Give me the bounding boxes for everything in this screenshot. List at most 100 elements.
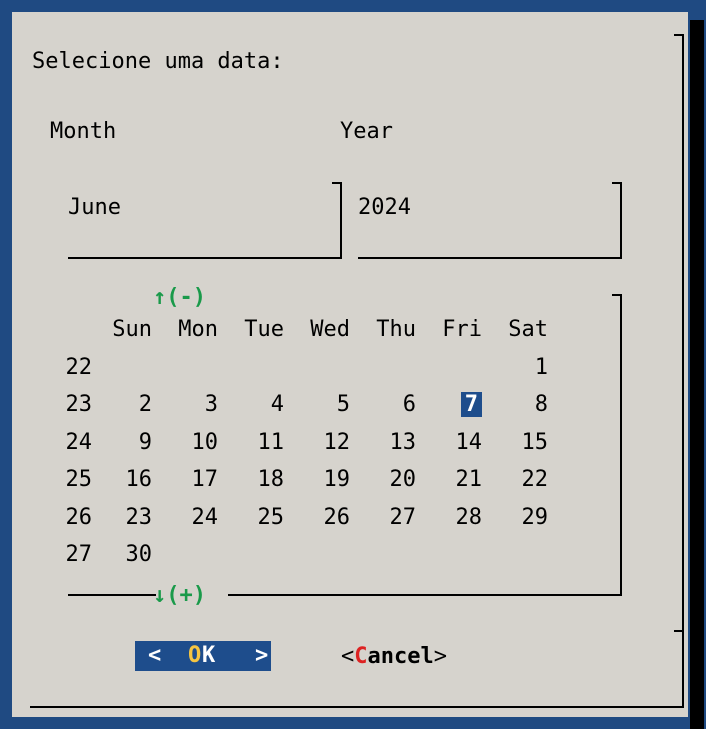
calendar-day[interactable]: 21 xyxy=(416,466,483,494)
calendar-day[interactable]: 29 xyxy=(482,504,549,532)
calendar-day-label: 25 xyxy=(257,504,285,530)
calendar-day[interactable]: 12 xyxy=(284,429,351,457)
weekday-thu: Thu xyxy=(376,317,416,342)
month-field-right xyxy=(340,182,342,259)
weekday-mon: Mon xyxy=(178,317,218,342)
weekday-sun: Sun xyxy=(112,317,152,342)
dialog-separator-tick xyxy=(674,630,684,632)
calendar-day[interactable]: 24 xyxy=(152,504,219,532)
cancel-button-label: ancel xyxy=(367,644,434,669)
weekday-fri: Fri xyxy=(442,317,482,342)
calendar-day-label: 9 xyxy=(138,429,152,455)
dialog-border-right-tick xyxy=(674,34,684,36)
calendar-prev-nav[interactable]: ↑(-) xyxy=(153,284,206,312)
calendar-next-nav[interactable]: ↓(+) xyxy=(153,582,206,610)
calendar-day-label: 14 xyxy=(455,429,483,455)
weekday-sat: Sat xyxy=(508,317,548,342)
calendar-day[interactable]: 18 xyxy=(218,466,285,494)
calendar-day-label: 10 xyxy=(191,429,219,455)
calendar-border-right-tick xyxy=(612,294,622,296)
ok-button-hotkey: O xyxy=(188,643,202,668)
calendar-day-label: 17 xyxy=(191,467,219,492)
calendar-day-label: 24 xyxy=(191,504,219,530)
calendar-day-label: 18 xyxy=(257,467,285,492)
calendar-day[interactable]: 14 xyxy=(416,429,483,457)
calendar-day[interactable]: 8 xyxy=(482,391,548,419)
calendar-day-label: 3 xyxy=(204,392,218,417)
ok-button[interactable]: < O K > xyxy=(135,641,271,671)
calendar-day[interactable]: 5 xyxy=(284,391,350,419)
calendar-day-label: 11 xyxy=(257,429,285,455)
cancel-button-hotkey: C xyxy=(354,644,368,669)
calendar-day[interactable]: 7 xyxy=(416,391,482,419)
calendar-day-label: 28 xyxy=(455,504,483,530)
calendar-day-label: 6 xyxy=(402,392,416,417)
calendar-day[interactable]: 19 xyxy=(284,466,351,494)
cancel-button-close-bracket: > xyxy=(433,644,447,669)
ok-button-label: K xyxy=(202,643,216,668)
calendar-day[interactable]: 28 xyxy=(416,504,483,532)
calendar-day-label: 5 xyxy=(336,392,350,417)
calendar-day[interactable]: 1 xyxy=(482,354,548,382)
calendar-day[interactable]: 17 xyxy=(152,466,219,494)
calendar-day-label: 20 xyxy=(389,467,417,492)
calendar-border-bottom-left xyxy=(68,594,156,596)
month-value: June xyxy=(68,195,121,220)
calendar-day-label: 21 xyxy=(455,467,483,492)
weekday-wed: Wed xyxy=(310,317,350,342)
calendar-border-bottom-right xyxy=(228,594,622,596)
ok-button-left-bracket: < xyxy=(148,643,162,668)
calendar-day[interactable]: 16 xyxy=(86,466,153,494)
calendar-day-label: 26 xyxy=(323,504,351,530)
calendar-day[interactable]: 6 xyxy=(350,391,416,419)
calendar-day[interactable]: 15 xyxy=(482,429,549,457)
calendar-day[interactable]: 30 xyxy=(86,541,153,569)
calendar-day[interactable]: 22 xyxy=(482,466,549,494)
calendar-day[interactable]: 10 xyxy=(152,429,219,457)
calendar-day[interactable]: 4 xyxy=(218,391,284,419)
calendar-day-label: 22 xyxy=(521,467,549,492)
dialog-border-right xyxy=(682,34,684,708)
year-value: 2024 xyxy=(358,195,411,220)
calendar-day-label: 4 xyxy=(270,392,284,417)
calendar-day-label: 7 xyxy=(460,392,482,417)
calendar-day[interactable]: 2 xyxy=(86,391,152,419)
calendar-day[interactable]: 25 xyxy=(218,504,285,532)
calendar-day-label: 30 xyxy=(125,542,153,567)
calendar-day-label: 16 xyxy=(125,467,153,492)
calendar-day-label: 13 xyxy=(389,429,417,455)
month-field-bottom xyxy=(68,257,342,259)
calendar-day-label: 15 xyxy=(521,429,549,455)
year-label: Year xyxy=(340,119,393,144)
cancel-button[interactable]: <Cancel> xyxy=(341,642,447,672)
calendar-day[interactable]: 27 xyxy=(350,504,417,532)
calendar-day-label: 19 xyxy=(323,467,351,492)
calendar-day[interactable]: 23 xyxy=(86,504,153,532)
calendar-day-label: 23 xyxy=(125,504,153,530)
dialog-shadow xyxy=(688,12,706,729)
calendar-day-label: 2 xyxy=(138,392,152,417)
calendar-day[interactable]: 11 xyxy=(218,429,285,457)
calendar-border-right xyxy=(620,294,622,596)
cancel-button-open-bracket: < xyxy=(341,644,355,669)
calendar-day-label: 29 xyxy=(521,504,549,530)
month-field-right-tick xyxy=(332,182,342,184)
year-field-right xyxy=(620,182,622,259)
calendar-day[interactable]: 9 xyxy=(86,429,152,457)
weekday-tue: Tue xyxy=(244,317,284,342)
month-label: Month xyxy=(50,119,117,144)
calendar-day-label: 27 xyxy=(389,504,417,530)
calendar-day[interactable]: 20 xyxy=(350,466,417,494)
calendar-day-label: 8 xyxy=(534,392,548,417)
dialog-title: Selecione uma data: xyxy=(32,49,284,74)
dialog-border-bottom xyxy=(30,706,684,708)
year-field-right-tick xyxy=(612,182,622,184)
calendar-day-label: 1 xyxy=(534,354,548,380)
calendar-day-label: 12 xyxy=(323,429,351,455)
week-number: 22 xyxy=(65,354,93,380)
calendar-day[interactable]: 13 xyxy=(350,429,417,457)
year-field-bottom xyxy=(358,257,622,259)
ok-button-right-bracket: > xyxy=(255,643,269,668)
calendar-day[interactable]: 26 xyxy=(284,504,351,532)
calendar-day[interactable]: 3 xyxy=(152,391,218,419)
